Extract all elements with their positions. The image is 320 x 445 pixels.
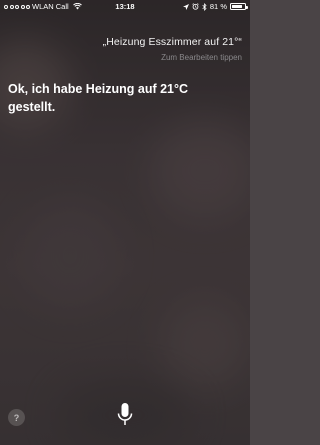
battery-icon: [230, 3, 248, 10]
battery-percent: 81 %: [209, 2, 227, 11]
microphone-button[interactable]: [111, 398, 139, 432]
status-right: 81 %: [182, 2, 248, 11]
microphone-icon: [117, 403, 133, 425]
help-button[interactable]: ?: [8, 409, 25, 426]
bluetooth-icon: [202, 2, 207, 11]
battery-level: [232, 5, 242, 8]
alarm-icon: [192, 3, 199, 10]
blurred-home-screen: [0, 0, 250, 445]
location-icon: [182, 3, 189, 10]
siri-response-text: Ok, ich habe Heizung auf 21°C gestellt.: [8, 82, 189, 114]
tap-to-edit-hint[interactable]: Zum Bearbeiten tippen: [161, 53, 242, 62]
status-bar: WLAN Call 13:18 81 %: [0, 0, 250, 14]
siri-query-text[interactable]: „Heizung Esszimmer auf 21°“: [103, 36, 242, 48]
